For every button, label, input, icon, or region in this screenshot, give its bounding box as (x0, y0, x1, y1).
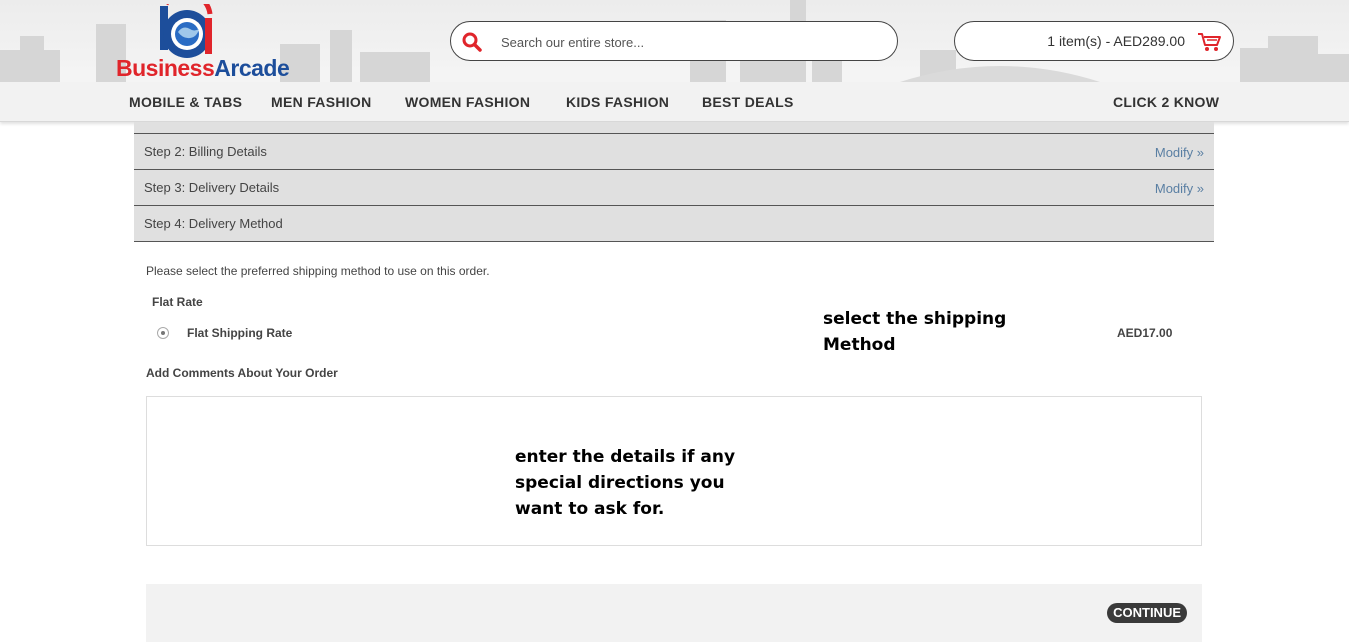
search-icon[interactable] (461, 31, 483, 53)
step-3-header: Step 3: Delivery Details Modify » (134, 170, 1214, 206)
brand-name-part1: Business (116, 55, 215, 81)
main-navigation: MOBILE & TABS MEN FASHION WOMEN FASHION … (0, 82, 1349, 121)
step-2-label: Step 2: Billing Details (144, 144, 267, 159)
flat-shipping-label[interactable]: Flat Shipping Rate (187, 326, 292, 340)
brand-name-part2: Arcade (214, 55, 290, 81)
nav-click-2-know[interactable]: CLICK 2 KNOW (1113, 94, 1219, 110)
search-box (450, 21, 898, 61)
shipping-annotation: select the shipping Method (823, 309, 1007, 355)
comments-textarea[interactable] (146, 396, 1202, 546)
nav-best-deals[interactable]: BEST DEALS (702, 94, 794, 110)
shipping-group-title: Flat Rate (152, 295, 203, 309)
checkout-actions-bar: CONTINUE (146, 584, 1202, 642)
step-1-header (134, 122, 1214, 134)
cart-summary: 1 item(s) - AED289.00 (1047, 33, 1185, 49)
search-input[interactable] (501, 31, 881, 53)
step-3-modify-link[interactable]: Modify » (1155, 181, 1204, 196)
step-2-header: Step 2: Billing Details Modify » (134, 134, 1214, 170)
comments-title: Add Comments About Your Order (146, 366, 338, 380)
nav-kids-fashion[interactable]: KIDS FASHION (566, 94, 669, 110)
step-4-label: Step 4: Delivery Method (144, 216, 283, 231)
brand-name[interactable]: BusinessArcade (116, 54, 290, 82)
cart-icon (1198, 33, 1221, 51)
step-3-label: Step 3: Delivery Details (144, 180, 280, 195)
cart-button[interactable]: 1 item(s) - AED289.00 (954, 21, 1234, 61)
shipping-intro-text: Please select the preferred shipping met… (146, 264, 490, 278)
site-header: BusinessArcade 1 item(s) - AED289.00 MOB… (0, 0, 1349, 122)
nav-mobile-tabs[interactable]: MOBILE & TABS (129, 94, 242, 110)
nav-men-fashion[interactable]: MEN FASHION (271, 94, 372, 110)
flat-shipping-price: AED17.00 (1117, 326, 1173, 340)
step-2-modify-link[interactable]: Modify » (1155, 145, 1204, 160)
continue-button[interactable]: CONTINUE (1107, 603, 1187, 623)
flat-shipping-radio[interactable] (157, 327, 169, 339)
nav-women-fashion[interactable]: WOMEN FASHION (405, 94, 530, 110)
step-4-header: Step 4: Delivery Method (134, 206, 1214, 242)
